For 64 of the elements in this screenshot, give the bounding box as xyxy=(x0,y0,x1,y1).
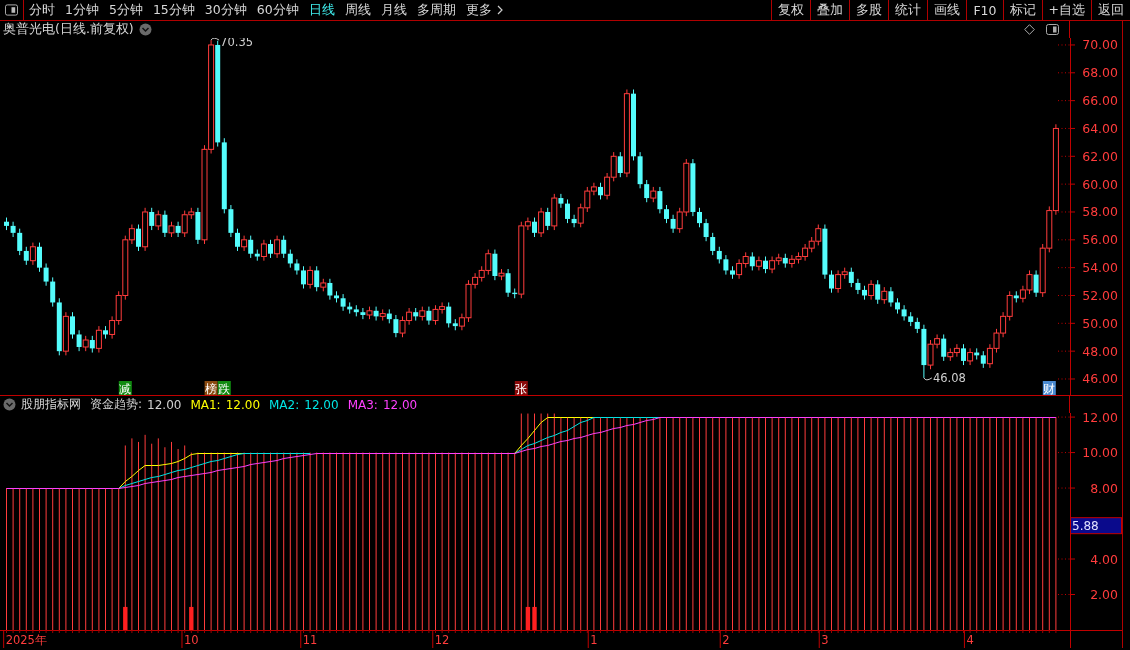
axis-label: 10.00 xyxy=(1082,445,1118,461)
date-label: 11 xyxy=(302,633,318,647)
period-tab[interactable]: 分时 xyxy=(24,0,60,20)
period-tab[interactable]: 多周期 xyxy=(411,0,461,20)
period-tab[interactable]: 月线 xyxy=(375,0,412,20)
legend-value: 12.00 xyxy=(382,397,418,412)
axis-label: 48.00 xyxy=(1082,343,1118,359)
event-tag[interactable]: 榜 xyxy=(204,381,218,395)
axis-label: 56.00 xyxy=(1082,232,1118,248)
toolbar-button[interactable]: 返回 xyxy=(1091,0,1130,20)
legend-value: 12.00 xyxy=(304,397,339,412)
axis-label: 66.00 xyxy=(1082,93,1118,109)
axis-label: 68.00 xyxy=(1082,65,1118,81)
toolbar-button[interactable]: 画线 xyxy=(927,0,967,20)
date-label: 2 xyxy=(722,633,730,647)
axis-label: 70.00 xyxy=(1082,38,1118,53)
axis-label: 54.00 xyxy=(1082,260,1118,276)
axis-label: 8.00 xyxy=(1090,480,1118,496)
period-tab[interactable]: 5分钟 xyxy=(103,0,148,20)
event-tag[interactable]: 张 xyxy=(514,381,528,395)
axis-label: 46.00 xyxy=(1082,371,1118,387)
indicator-name: 股朋指标网 xyxy=(21,396,81,413)
period-tab[interactable]: 周线 xyxy=(339,0,376,20)
axis-label: 50.00 xyxy=(1082,315,1118,331)
toolbar-button[interactable]: 多股 xyxy=(849,0,889,20)
date-label: 12 xyxy=(434,633,450,647)
price-label: 70.35 xyxy=(220,38,254,50)
toolbar-button[interactable]: 复权 xyxy=(771,0,811,20)
axis-label: 58.00 xyxy=(1082,204,1118,220)
axis-label: 4.00 xyxy=(1090,551,1118,567)
axis-label: 52.00 xyxy=(1082,288,1118,303)
axis-label: 60.00 xyxy=(1082,176,1118,192)
toolbar-button[interactable]: 标记 xyxy=(1002,0,1042,20)
axis-label: 64.00 xyxy=(1082,120,1118,136)
axis-label: 12.00 xyxy=(1082,413,1118,425)
legend-label: MA3: xyxy=(347,397,378,412)
legend-label: 资金趋势: xyxy=(90,396,143,413)
axis-label: 2.00 xyxy=(1090,587,1118,602)
toolbar-button[interactable]: 统计 xyxy=(888,0,928,20)
period-tab[interactable]: 日线 xyxy=(303,0,340,20)
cursor-value-tag: 5.88 xyxy=(1070,517,1122,535)
toolbar-button[interactable]: 叠加 xyxy=(810,0,850,20)
line-series xyxy=(6,417,1057,489)
legend-value: 12.00 xyxy=(147,397,182,412)
period-tab[interactable]: 15分钟 xyxy=(147,0,200,20)
period-tab[interactable]: 1分钟 xyxy=(60,0,104,20)
price-label: 46.08 xyxy=(932,370,966,385)
period-tab[interactable]: 60分钟 xyxy=(251,0,304,20)
event-tag[interactable]: 财 xyxy=(1042,381,1056,395)
legend-value: 12.00 xyxy=(225,397,260,412)
event-tag[interactable]: 减 xyxy=(118,381,132,395)
stock-title: 奥普光电(日线.前复权) xyxy=(3,21,134,38)
date-label: 1 xyxy=(590,633,598,647)
toolbar-button[interactable]: +自选 xyxy=(1041,0,1091,20)
toolbar-button[interactable]: F10 xyxy=(966,0,1003,20)
date-label: 4 xyxy=(966,633,974,647)
legend-label: MA2: xyxy=(269,397,300,412)
date-label: 2025年 xyxy=(5,633,47,647)
date-label: 3 xyxy=(821,633,829,647)
axis-label: 62.00 xyxy=(1082,148,1118,164)
date-label: 10 xyxy=(184,633,199,647)
legend-label: MA1: xyxy=(190,397,221,412)
period-tab[interactable]: 30分钟 xyxy=(199,0,252,20)
period-tab[interactable]: 更多 xyxy=(460,0,508,20)
